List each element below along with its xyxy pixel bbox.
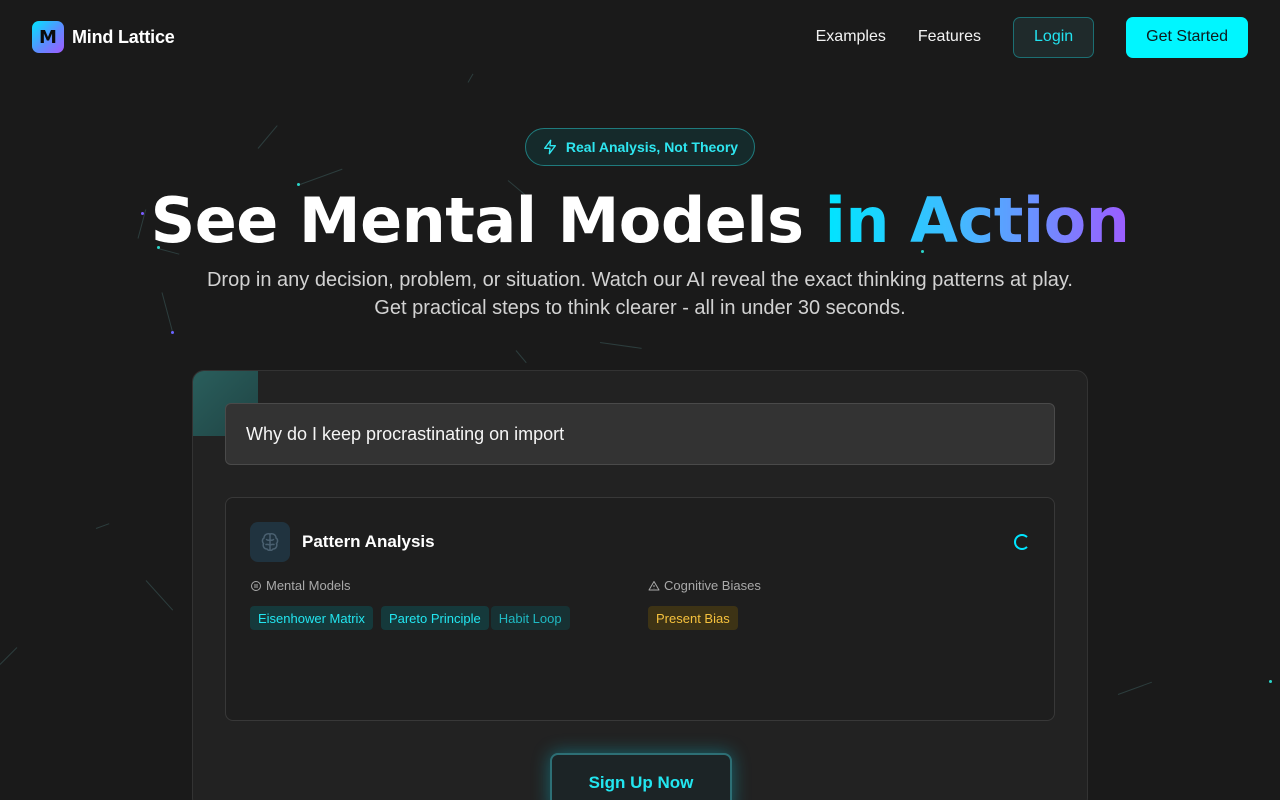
sign-up-button[interactable]: Sign Up Now <box>550 753 732 800</box>
panel-title: Pattern Analysis <box>302 532 435 551</box>
brand-name: Mind Lattice <box>72 26 175 47</box>
loading-spinner-icon <box>1014 534 1030 550</box>
mental-model-tag[interactable]: Pareto Principle <box>380 606 489 630</box>
mental-models-label-text: Mental Models <box>266 578 351 593</box>
mental-model-tag[interactable]: Eisenhower Matrix <box>250 606 373 630</box>
cognitive-bias-tag[interactable]: Present Bias <box>648 606 738 630</box>
mental-models-label: Mental Models <box>250 578 351 593</box>
cognitive-biases-label: Cognitive Biases <box>648 578 761 593</box>
warning-triangle-icon <box>648 580 660 590</box>
get-started-button[interactable]: Get Started <box>1126 16 1248 58</box>
nav-examples-link[interactable]: Examples <box>816 28 886 46</box>
cognitive-biases-label-text: Cognitive Biases <box>664 578 761 593</box>
query-input[interactable]: Why do I keep procrastinating on import <box>225 403 1055 465</box>
hero-badge-text: Real Analysis, Not Theory <box>565 139 739 155</box>
hero-title-main: See Mental Models <box>150 184 825 257</box>
nav-links: Examples Features Login Get Started <box>816 16 1248 58</box>
lightning-icon <box>543 139 556 155</box>
mental-model-tag[interactable]: Habit Loop <box>490 606 570 630</box>
logo-icon: M <box>32 21 64 53</box>
nav-features-link[interactable]: Features <box>918 28 981 46</box>
panel-header: Pattern Analysis <box>250 522 435 562</box>
logo-letter: M <box>39 26 57 48</box>
query-input-value: Why do I keep procrastinating on import <box>246 423 565 444</box>
hero-subtitle: Drop in any decision, problem, or situat… <box>206 269 1073 319</box>
info-circle-icon <box>251 580 261 591</box>
login-button[interactable]: Login <box>1013 16 1095 58</box>
brain-icon <box>250 522 290 562</box>
top-navigation: M Mind Lattice Examples Features Login G… <box>0 0 1280 74</box>
demo-card: Why do I keep procrastinating on import … <box>192 370 1088 800</box>
hero-title-accent: in Action <box>824 184 1130 257</box>
pattern-analysis-panel: Pattern Analysis Mental Models Eisenhowe… <box>225 497 1055 721</box>
mental-models-tags: Eisenhower Matrix Pareto Principle Habit… <box>250 606 578 630</box>
brand[interactable]: M Mind Lattice <box>32 21 175 53</box>
cognitive-biases-tags: Present Bias <box>648 606 746 630</box>
hero-title: See Mental Models in Action <box>0 184 1280 257</box>
hero-badge: Real Analysis, Not Theory <box>525 128 755 166</box>
